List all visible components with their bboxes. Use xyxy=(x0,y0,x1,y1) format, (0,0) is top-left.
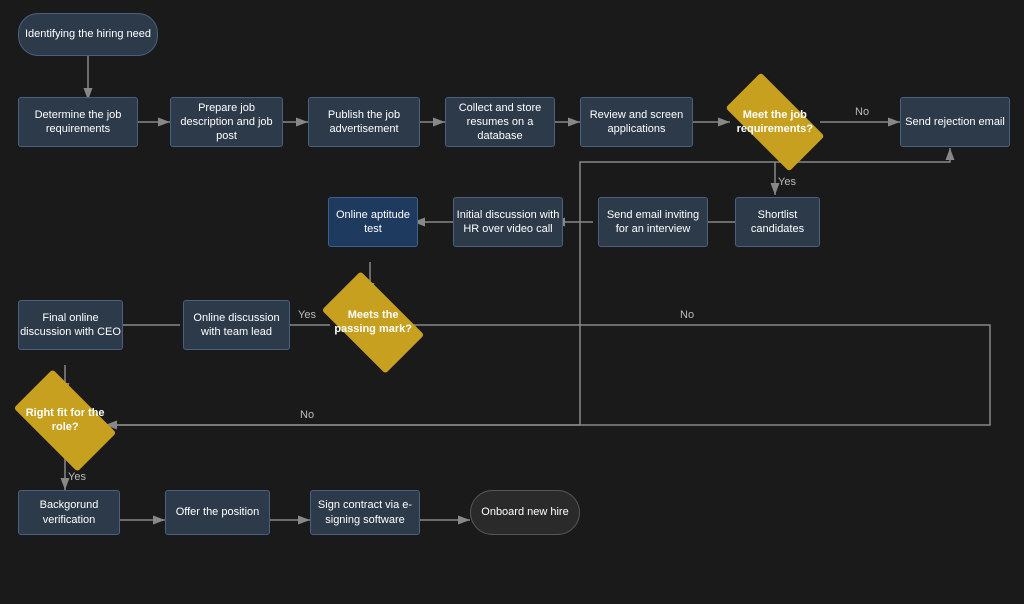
sign-contract: Sign contract via e-signing software xyxy=(310,490,420,535)
meets-passing-mark-diamond: Meets the passing mark? xyxy=(322,271,425,374)
send-rejection-email: Send rejection email xyxy=(900,97,1010,147)
svg-text:Yes: Yes xyxy=(298,309,316,321)
initial-discussion-hr: Initial discussion with HR over video ca… xyxy=(453,197,563,247)
right-fit-diamond: Right fit for the role? xyxy=(14,369,117,472)
svg-text:No: No xyxy=(855,106,869,118)
online-aptitude-test: Online aptitude test xyxy=(328,197,418,247)
determine-requirements: Determine the job requirements xyxy=(18,97,138,147)
online-team-lead: Online discussion with team lead xyxy=(183,300,290,350)
svg-text:Yes: Yes xyxy=(778,176,796,188)
publish-job-advertisement: Publish the job advertisement xyxy=(308,97,420,147)
review-screen-applications: Review and screen applications xyxy=(580,97,693,147)
shortlist-candidates: Shortlist candidates xyxy=(735,197,820,247)
prepare-job-description: Prepare job description and job post xyxy=(170,97,283,147)
meet-job-requirements-diamond: Meet the job requirements? xyxy=(726,73,825,172)
identifying-hiring-need: Identifying the hiring need xyxy=(18,13,158,56)
final-ceo-discussion: Final online discussion with CEO xyxy=(18,300,123,350)
background-verification: Backgorund verification xyxy=(18,490,120,535)
svg-text:No: No xyxy=(300,409,314,421)
flowchart: No Yes Yes Yes No No xyxy=(0,0,1024,604)
svg-text:Yes: Yes xyxy=(68,471,86,483)
offer-position: Offer the position xyxy=(165,490,270,535)
send-email-interview: Send email inviting for an interview xyxy=(598,197,708,247)
svg-text:No: No xyxy=(680,309,694,321)
onboard-new-hire: Onboard new hire xyxy=(470,490,580,535)
collect-store-resumes: Collect and store resumes on a database xyxy=(445,97,555,147)
